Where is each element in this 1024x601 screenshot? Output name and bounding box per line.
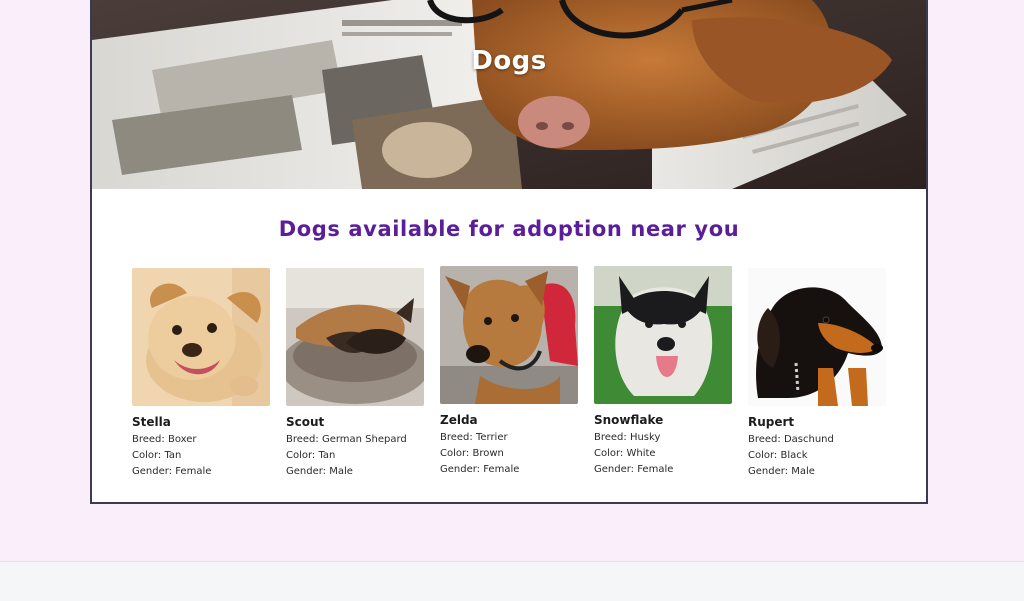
dog-card[interactable]: Rupert Breed: Daschund Color: Black Gend… [748,268,888,480]
dog-color: Color: Tan [286,450,336,461]
dog-card[interactable]: Stella Breed: Boxer Color: Tan Gender: F… [132,268,272,480]
brown-terrier-photo [440,266,578,404]
section-heading: Dogs available for adoption near you [278,217,740,241]
dog-card[interactable]: Zelda Breed: Terrier Color: Brown Gender… [440,266,580,478]
dog-color: Color: Brown [440,448,504,459]
hero-title: Dogs [471,46,547,76]
dog-breed: Breed: German Shepard [286,434,407,445]
bottom-bar [0,561,1024,601]
dachshund-photo [748,268,886,406]
dog-card[interactable]: Scout Breed: German Shepard Color: Tan G… [286,268,426,480]
dog-gender: Gender: Female [594,464,674,475]
tan-puppy-photo [132,268,270,406]
dog-gender: Gender: Female [440,464,520,475]
husky-photo [594,266,732,404]
dog-color: Color: Tan [132,450,182,461]
dog-breed: Breed: Husky [594,432,661,443]
dog-gender: Gender: Male [286,466,353,477]
dog-name: Scout [286,415,325,429]
dog-gender: Gender: Male [748,466,815,477]
dog-card[interactable]: Snowflake Breed: Husky Color: White Gend… [594,266,734,478]
hero-banner: Dogs [92,0,926,189]
dog-name: Snowflake [594,413,664,427]
dog-name: Zelda [440,413,478,427]
dog-color: Color: Black [748,450,808,461]
dog-gender: Gender: Female [132,466,212,477]
adoption-card: Dogs Dogs available for adoption near yo… [90,0,928,504]
dog-name: Stella [132,415,171,429]
dog-breed: Breed: Boxer [132,434,197,445]
hero-image [92,0,926,189]
dog-color: Color: White [594,448,656,459]
dog-breed: Breed: Terrier [440,432,508,443]
dog-breed: Breed: Daschund [748,434,834,445]
sleeping-shepherd-photo [286,268,424,406]
dog-name: Rupert [748,415,795,429]
